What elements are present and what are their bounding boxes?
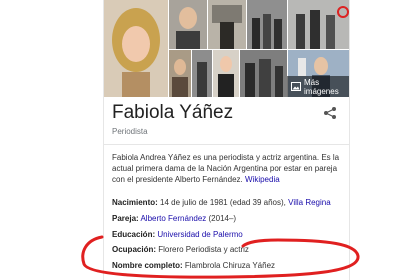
image-gallery: Más imágenes bbox=[104, 0, 349, 97]
fact-birth: Nacimiento: 14 de julio de 1981 (edad 39… bbox=[112, 198, 331, 207]
fact-label: Ocupación: bbox=[112, 245, 157, 254]
more-images-button[interactable]: Más imágenes bbox=[287, 76, 349, 97]
fact-education: Educación: Universidad de Palermo bbox=[112, 230, 243, 239]
knowledge-panel: Más imágenes Fabiola Yáñez Periodista Fa… bbox=[103, 0, 350, 280]
gallery-photo[interactable] bbox=[169, 0, 207, 49]
fact-suffix: (2014–) bbox=[206, 214, 237, 223]
gallery-photo[interactable] bbox=[240, 50, 287, 97]
fact-link[interactable]: Villa Regina bbox=[288, 198, 331, 207]
fact-link[interactable]: Universidad de Palermo bbox=[157, 230, 242, 239]
gallery-photo[interactable] bbox=[213, 50, 239, 97]
gallery-photo[interactable] bbox=[247, 0, 287, 49]
gallery-photo[interactable] bbox=[288, 0, 349, 49]
image-icon bbox=[291, 82, 301, 91]
fact-label: Nombre completo: bbox=[112, 261, 183, 270]
fact-link[interactable]: Alberto Fernández bbox=[140, 214, 206, 223]
fact-full-name: Nombre completo: Flambrola Chiruza Yáñez bbox=[112, 261, 275, 270]
fact-label: Nacimiento: bbox=[112, 198, 158, 207]
gallery-photo[interactable] bbox=[169, 50, 191, 97]
fact-label: Educación: bbox=[112, 230, 156, 239]
subtitle: Periodista bbox=[112, 127, 148, 136]
divider bbox=[104, 144, 349, 145]
fact-partner: Pareja: Alberto Fernández (2014–) bbox=[112, 214, 236, 223]
fact-value: Florero Periodista y actriz bbox=[156, 245, 249, 254]
gallery-photo[interactable] bbox=[192, 50, 212, 97]
description-text: Fabiola Andrea Yáñez es una periodista y… bbox=[112, 153, 340, 184]
fact-value: Flambrola Chiruza Yáñez bbox=[182, 261, 276, 270]
main-photo[interactable] bbox=[104, 0, 168, 97]
more-images-label: Más imágenes bbox=[304, 77, 339, 96]
page-title: Fabiola Yáñez bbox=[112, 102, 234, 123]
wikipedia-link[interactable]: Wikipedia bbox=[245, 175, 280, 184]
description: Fabiola Andrea Yáñez es una periodista y… bbox=[112, 152, 344, 185]
share-icon[interactable] bbox=[323, 106, 337, 120]
gallery-photo[interactable] bbox=[208, 0, 246, 49]
fact-occupation: Ocupación: Florero Periodista y actriz bbox=[112, 245, 249, 254]
fact-label: Pareja: bbox=[112, 214, 139, 223]
fact-value: 14 de julio de 1981 (edad 39 años), bbox=[157, 198, 289, 207]
